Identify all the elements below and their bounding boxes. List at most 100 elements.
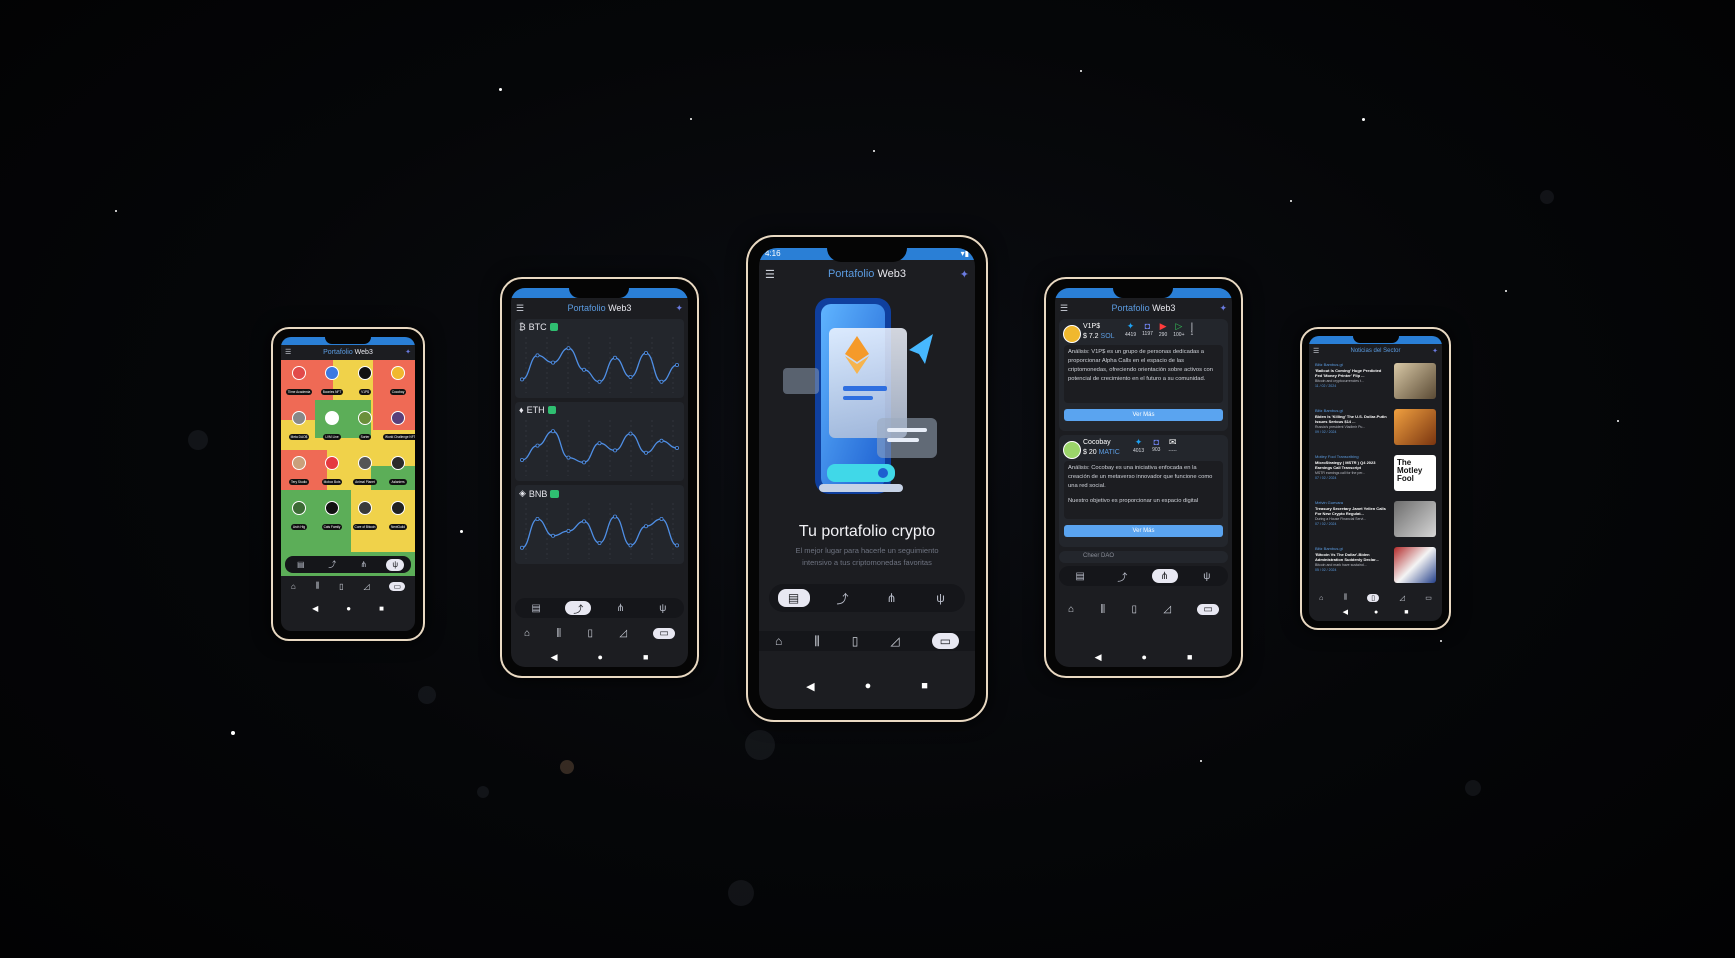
nft-collection[interactable]: Boonies NFT — [317, 366, 347, 398]
discord-icon[interactable]: ◘ — [1152, 437, 1160, 447]
nft-collection[interactable]: World Challenge NFT — [383, 411, 415, 443]
phone-icon[interactable]: ▯ — [1131, 604, 1137, 615]
nft-collection[interactable]: V1P$ — [350, 366, 380, 398]
home-icon[interactable]: ⌂ — [775, 634, 782, 648]
home-icon[interactable]: ⌂ — [1068, 604, 1074, 615]
nft-collection[interactable]: Mobox Bots — [317, 456, 347, 488]
phone-icon[interactable]: ▯ — [852, 634, 859, 648]
phone-icon[interactable]: ▯ — [587, 628, 593, 639]
wallet-icon[interactable]: ▭ — [653, 627, 675, 639]
home-circle-icon[interactable]: ● — [865, 680, 872, 692]
tab-news[interactable]: ▤ — [292, 559, 310, 571]
home-icon[interactable]: ⌂ — [291, 582, 296, 591]
twitter-icon[interactable]: ✦ — [1125, 321, 1136, 332]
home-icon[interactable]: ⌂ — [1319, 595, 1323, 602]
nft-collection[interactable]: Aslaniers — [383, 456, 413, 488]
bar-chart-icon[interactable]: ⫼ — [1101, 604, 1106, 615]
recents-icon[interactable]: ■ — [643, 652, 648, 662]
nft-collection[interactable]: Tiime Academia — [284, 366, 314, 398]
youtube-icon[interactable]: ▶ — [1159, 321, 1167, 332]
phone-icon[interactable]: ▯ — [1367, 594, 1380, 602]
menu-icon[interactable]: ☰ — [285, 348, 291, 356]
bar-chart-icon[interactable]: ⫼ — [814, 634, 820, 649]
back-icon[interactable]: ◀ — [312, 604, 318, 613]
nft-collection[interactable]: Arch Hig — [284, 501, 314, 533]
area-chart-icon[interactable]: ◿ — [1163, 604, 1171, 615]
wallet-icon[interactable]: ▭ — [1197, 603, 1219, 615]
area-chart-icon[interactable]: ◿ — [363, 582, 369, 591]
back-icon[interactable]: ◀ — [806, 680, 814, 693]
puzzle-icon[interactable]: ✦ — [1219, 303, 1227, 314]
news-item[interactable]: Blitz Bambus.gt 'Bailout Is Coming' Huge … — [1315, 362, 1436, 402]
tab-news[interactable]: ▤ — [1067, 569, 1093, 583]
nft-collection[interactable]: Sorter — [350, 411, 380, 443]
tab-news[interactable]: ▤ — [777, 589, 810, 607]
menu-icon[interactable]: ☰ — [1060, 303, 1068, 314]
nft-collection[interactable]: Meta DAO$ — [284, 411, 314, 443]
nft-collection[interactable]: Cats Family — [317, 501, 347, 533]
back-icon[interactable]: ◀ — [1343, 608, 1348, 616]
bar-chart-icon[interactable]: ⫼ — [316, 581, 320, 591]
puzzle-icon[interactable]: ✦ — [405, 348, 411, 356]
tab-fork[interactable]: ψ — [925, 589, 957, 607]
recents-icon[interactable]: ■ — [379, 604, 384, 613]
nft-collection[interactable]: LVM Line — [317, 411, 347, 443]
home-circle-icon[interactable]: ● — [1142, 652, 1147, 662]
home-circle-icon[interactable]: ● — [1374, 609, 1378, 616]
wallet-icon[interactable]: ▭ — [389, 581, 406, 591]
nft-collection[interactable]: Core of Bitcoin — [350, 501, 380, 533]
email-icon[interactable]: ✉ — [1168, 437, 1177, 448]
tab-charts[interactable]: ⤴ — [1109, 569, 1135, 584]
nft-collection[interactable]: Cocobay — [383, 366, 413, 398]
news-item[interactable]: Melvin Guevara Treasury Secretary Janet Y… — [1315, 500, 1436, 540]
home-icon[interactable]: ⌂ — [524, 628, 530, 639]
home-circle-icon[interactable]: ● — [598, 652, 603, 662]
home-circle-icon[interactable]: ● — [346, 604, 351, 613]
menu-icon[interactable]: ☰ — [765, 268, 775, 281]
area-chart-icon[interactable]: ◿ — [1399, 594, 1404, 602]
twitter-icon[interactable]: ✦ — [1133, 437, 1144, 448]
tab-share[interactable]: ⋔ — [355, 559, 373, 571]
tab-fork[interactable]: ψ — [1194, 569, 1220, 583]
menu-icon[interactable]: ☰ — [1313, 347, 1319, 355]
bar-chart-icon[interactable]: ⫼ — [557, 628, 562, 639]
play-store-icon[interactable]: ▷ — [1173, 321, 1184, 332]
tab-charts[interactable]: ⤴ — [565, 601, 592, 616]
recents-icon[interactable]: ■ — [921, 680, 928, 692]
puzzle-icon[interactable]: ✦ — [675, 303, 683, 314]
news-item[interactable]: Blitz Bambus.gt Biden Is 'Killing' The U.… — [1315, 408, 1436, 448]
tab-charts[interactable]: ⤴ — [827, 589, 859, 607]
tab-fork[interactable]: ψ — [386, 558, 405, 571]
see-more-button[interactable]: Ver Más — [1064, 525, 1223, 537]
tab-news[interactable]: ▤ — [523, 601, 549, 615]
nft-collection[interactable]: Tery Studio — [284, 456, 314, 488]
nft-collection[interactable]: Animal Planet — [350, 456, 380, 488]
coin-chart-panel[interactable]: ◈ BNB — [515, 485, 684, 564]
news-item[interactable]: Blitz Bambus.gt 'Bitcoin Vs The Dollar'-B… — [1315, 546, 1436, 586]
bokeh — [745, 730, 775, 760]
bar-chart-icon[interactable]: ⫼ — [1344, 594, 1347, 602]
discord-icon[interactable]: ◘ — [1142, 321, 1153, 331]
wallet-icon[interactable]: ▭ — [1425, 594, 1432, 602]
recents-icon[interactable]: ■ — [1404, 609, 1408, 616]
recents-icon[interactable]: ■ — [1187, 652, 1192, 662]
puzzle-icon[interactable]: ✦ — [960, 268, 969, 281]
coin-chart-panel[interactable]: ₿ BTC — [515, 319, 684, 398]
tab-share[interactable]: ⋔ — [876, 589, 908, 607]
tab-charts[interactable]: ⤴ — [323, 559, 341, 571]
phone-icon[interactable]: ▯ — [339, 582, 343, 591]
wallet-icon[interactable]: ▭ — [931, 633, 959, 649]
see-more-button[interactable]: Ver Más — [1064, 409, 1223, 421]
coin-chart-panel[interactable]: ♦ ETH — [515, 402, 684, 481]
puzzle-icon[interactable]: ✦ — [1432, 347, 1438, 355]
back-icon[interactable]: ◀ — [551, 652, 558, 663]
area-chart-icon[interactable]: ◿ — [619, 628, 627, 639]
tab-share[interactable]: ⋔ — [1151, 569, 1178, 583]
tab-fork[interactable]: ψ — [650, 601, 676, 615]
area-chart-icon[interactable]: ◿ — [890, 634, 899, 648]
tab-share[interactable]: ⋔ — [608, 601, 634, 615]
nft-collection[interactable]: NextGuild — [383, 501, 413, 533]
back-icon[interactable]: ◀ — [1095, 652, 1102, 663]
menu-icon[interactable]: ☰ — [516, 303, 524, 314]
news-item[interactable]: Motley Fool Transcribing MicroStrategy ( … — [1315, 454, 1436, 494]
